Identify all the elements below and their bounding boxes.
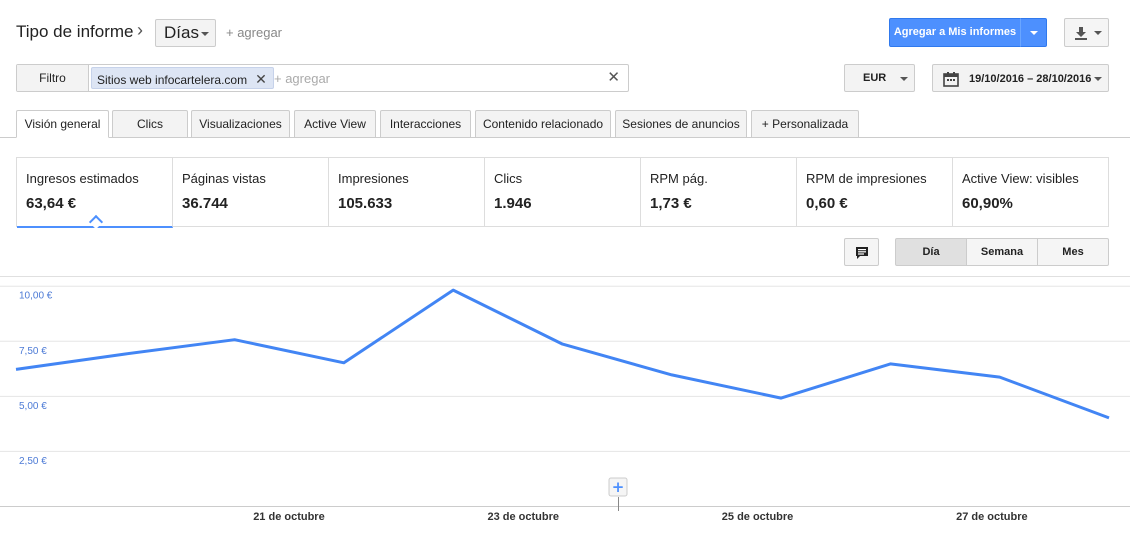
download-button[interactable]: [1064, 18, 1109, 47]
metric-name: Páginas vistas: [182, 171, 266, 186]
dimension-label: Días: [164, 23, 199, 42]
caret-down-icon: [900, 77, 908, 81]
granularity-mes-button[interactable]: Mes: [1037, 238, 1109, 266]
metric-card-ingresos[interactable]: Ingresos estimados 63,64 €: [17, 158, 173, 230]
y-tick-label: 7,50 €: [19, 346, 47, 357]
tab-vision-general[interactable]: Visión general: [16, 110, 109, 138]
filter-add-input[interactable]: + agregar: [274, 71, 330, 86]
filter-chip-prefix: Sitios web: [97, 73, 156, 87]
tab-active-view[interactable]: Active View: [294, 110, 376, 138]
tab-contenido-relacionado[interactable]: Contenido relacionado: [475, 110, 611, 138]
download-icon: [1075, 27, 1087, 40]
metric-value: 1,73 €: [650, 195, 692, 212]
x-tick-label: 25 de octubre: [722, 511, 794, 523]
currency-label: EUR: [863, 72, 887, 84]
date-range-dropdown[interactable]: 19/10/2016 – 28/10/2016: [932, 64, 1109, 92]
metric-card-active-view[interactable]: Active View: visibles 60,90%: [953, 158, 1108, 226]
metric-card-impresiones[interactable]: Impresiones 105.633: [329, 158, 485, 226]
metric-value: 1.946: [494, 195, 532, 212]
active-indicator: [88, 214, 104, 230]
metric-card-clics[interactable]: Clics 1.946: [485, 158, 641, 226]
metric-name: RPM pág.: [650, 171, 708, 186]
filter-bar: Filtro Sitios web infocartelera.com ✕ + a…: [16, 64, 629, 92]
metric-name: Clics: [494, 171, 523, 186]
add-to-reports-menu-button[interactable]: [1020, 18, 1047, 47]
metric-value: 63,64 €: [26, 195, 77, 212]
metric-name: RPM de impresiones: [806, 171, 927, 186]
caret-down-icon: [1094, 77, 1102, 81]
annotations-button[interactable]: [844, 238, 879, 266]
filter-chip-value: infocartelera.com: [155, 73, 248, 87]
metric-name: Ingresos estimados: [26, 171, 139, 186]
calendar-icon: [943, 72, 959, 87]
comment-icon: [856, 247, 868, 259]
metric-card-paginas-vistas[interactable]: Páginas vistas 36.744: [173, 158, 329, 226]
filter-chip[interactable]: Sitios web infocartelera.com ✕: [91, 67, 274, 89]
caret-down-icon: [1030, 31, 1038, 35]
currency-dropdown[interactable]: EUR: [844, 64, 915, 92]
add-dimension-link[interactable]: + agregar: [226, 25, 282, 40]
add-to-my-reports-button[interactable]: Agregar a Mis informes: [889, 18, 1021, 47]
dimension-dropdown[interactable]: Días: [155, 19, 216, 47]
granularity-dia-button[interactable]: Día: [895, 238, 967, 266]
caret-down-icon: [201, 32, 209, 36]
y-tick-label: 2,50 €: [19, 456, 47, 467]
clear-filter-icon[interactable]: ✕: [607, 68, 620, 86]
plus-icon: +: [612, 478, 625, 496]
metric-card-rpm-pag[interactable]: RPM pág. 1,73 €: [641, 158, 797, 226]
tab-personalizada[interactable]: + Personalizada: [751, 110, 859, 138]
filter-label: Filtro: [17, 65, 89, 91]
metric-value: 105.633: [338, 195, 393, 212]
series-line: [15, 288, 1110, 420]
page-title: Tipo de informe: [16, 22, 134, 41]
metric-cards: Ingresos estimados 63,64 € Páginas vista…: [16, 157, 1109, 230]
x-tick-label: 21 de octubre: [253, 511, 325, 523]
metric-name: Impresiones: [338, 171, 409, 186]
x-tick-label: 27 de octubre: [956, 511, 1028, 523]
metric-value: 60,90%: [962, 195, 1013, 212]
x-tick-label: 23 de octubre: [487, 511, 559, 523]
granularity-semana-button[interactable]: Semana: [966, 238, 1038, 266]
metric-name: Active View: visibles: [962, 171, 1079, 186]
metric-value: 36.744: [182, 195, 228, 212]
tab-sesiones-de-anuncios[interactable]: Sesiones de anuncios: [615, 110, 747, 138]
remove-chip-icon[interactable]: ✕: [255, 71, 267, 87]
y-tick-label: 10,00 €: [19, 291, 53, 302]
date-range-label: 19/10/2016 – 28/10/2016: [969, 73, 1092, 85]
tab-clics[interactable]: Clics: [112, 110, 188, 138]
metric-card-rpm-impresiones[interactable]: RPM de impresiones 0,60 €: [797, 158, 953, 226]
tab-interacciones[interactable]: Interacciones: [380, 110, 471, 138]
metric-value: 0,60 €: [806, 195, 848, 212]
revenue-line-chart: 10,00 € 7,50 € 5,00 € 2,50 € 21 de octubre 23…: [0, 276, 1130, 523]
tab-visualizaciones[interactable]: Visualizaciones: [191, 110, 290, 138]
y-tick-label: 5,00 €: [19, 401, 47, 412]
chevron-right-icon: ›: [137, 20, 143, 40]
caret-down-icon: [1094, 31, 1102, 35]
